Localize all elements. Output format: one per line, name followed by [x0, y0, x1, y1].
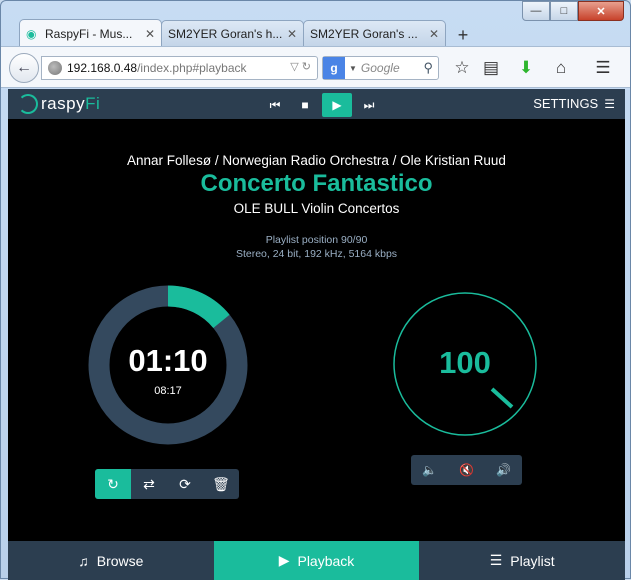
- maximize-button[interactable]: □: [550, 1, 578, 21]
- volume-up-button[interactable]: 🔊: [485, 455, 522, 485]
- raspyfi-logo[interactable]: raspy Fi: [18, 92, 100, 116]
- close-tab-icon[interactable]: ✕: [145, 27, 155, 41]
- address-bar[interactable]: 192.168.0.48/index.php#playback ▽ ↻: [41, 56, 318, 80]
- minimize-button[interactable]: —: [522, 1, 550, 21]
- reload-icon[interactable]: ↻: [302, 61, 311, 73]
- volume-up-icon: 🔊: [496, 463, 511, 477]
- close-window-button[interactable]: ✕: [578, 1, 624, 21]
- mute-icon: 🔇: [459, 463, 474, 477]
- search-placeholder: Google: [360, 61, 400, 75]
- url-controls: ▽ ↻: [290, 60, 311, 73]
- time-knob-progress: [167, 285, 230, 329]
- playlist-position: Playlist position 90/90: [265, 234, 368, 246]
- repeat-button[interactable]: ↻: [95, 469, 131, 499]
- audio-format: Stereo, 24 bit, 192 kHz, 5164 kbps: [235, 248, 398, 260]
- tab-sm2yer-2[interactable]: SM2YER Goran's ... ✕: [303, 20, 446, 47]
- track-title: Concerto Fantastico: [200, 170, 433, 197]
- update-button[interactable]: ⟳: [167, 469, 203, 499]
- app-header: raspy Fi ⏮ ■ ▶ ⏭ SETTINGS ☰: [8, 89, 625, 119]
- search-bar[interactable]: g ▼ Google ⚲: [322, 56, 439, 80]
- close-tab-icon[interactable]: ✕: [287, 27, 297, 41]
- nav-playback[interactable]: ▶ Playback: [213, 541, 420, 580]
- headphones-icon: ◉: [26, 26, 37, 41]
- music-note-icon: ♫: [78, 552, 89, 569]
- volume-knob-pointer: [490, 387, 514, 409]
- skip-forward-icon: ⏭: [363, 97, 375, 112]
- logo-text: raspy: [41, 94, 86, 113]
- shuffle-button[interactable]: ⇄: [131, 469, 167, 499]
- menu-icon[interactable]: ☰: [592, 57, 614, 79]
- artist-label: Annar Follesø / Norwegian Radio Orchestr…: [127, 153, 506, 168]
- dropdown-arrow-icon[interactable]: ▼: [349, 64, 357, 73]
- total-time: 08:17: [154, 385, 182, 397]
- search-icon[interactable]: ⚲: [423, 60, 433, 76]
- album-label: OLE BULL Violin Concertos: [233, 201, 400, 216]
- list-icon: ☰: [489, 552, 503, 568]
- navigation-toolbar: ← 192.168.0.48/index.php#playback ▽ ↻ g …: [1, 46, 630, 88]
- bookmark-star-icon[interactable]: ☆: [451, 57, 473, 79]
- nav-browse-label: Browse: [96, 552, 144, 569]
- url-host: 192.168.0.48: [67, 61, 138, 75]
- download-icon[interactable]: ⬇: [515, 57, 537, 79]
- previous-button[interactable]: ⏮: [260, 93, 290, 117]
- logo-ring-icon: [18, 94, 38, 114]
- repeat-icon: ↻: [107, 475, 119, 492]
- trash-icon: 🗑: [212, 475, 230, 492]
- tab-strip: ◉ RaspyFi - Mus... ✕ SM2YER Goran's h...…: [19, 19, 477, 47]
- bottom-nav: ♫ Browse ▶ Playback ☰ Playlist: [8, 541, 625, 580]
- tab-title: SM2YER Goran's h...: [168, 27, 283, 41]
- back-button[interactable]: ←: [9, 53, 39, 83]
- tab-raspyfi[interactable]: ◉ RaspyFi - Mus... ✕: [19, 19, 162, 47]
- playback-modes: ↻ ⇄ ⟳ 🗑: [95, 469, 239, 499]
- tab-title: RaspyFi - Mus...: [45, 26, 133, 41]
- window-controls: — □ ✕: [522, 1, 624, 21]
- play-icon: ▶: [332, 98, 342, 112]
- globe-icon: [48, 61, 62, 75]
- tab-title: SM2YER Goran's ...: [310, 27, 418, 41]
- elapsed-time: 01:10: [128, 343, 208, 378]
- logo-text-accent: Fi: [85, 94, 101, 113]
- nav-browse[interactable]: ♫ Browse: [8, 541, 214, 580]
- volume-buttons: 🔈 🔇 🔊: [411, 455, 522, 485]
- back-arrow-icon: ←: [16, 59, 32, 76]
- volume-down-icon: 🔈: [422, 463, 437, 477]
- google-icon[interactable]: g: [323, 57, 345, 79]
- settings-label: SETTINGS: [533, 96, 599, 111]
- browser-window: — □ ✕ ◉ RaspyFi - Mus... ✕ SM2YER Goran'…: [0, 0, 631, 580]
- volume-down-button[interactable]: 🔈: [411, 455, 448, 485]
- home-icon[interactable]: ⌂: [550, 57, 572, 79]
- title-bar: — □ ✕ ◉ RaspyFi - Mus... ✕ SM2YER Goran'…: [1, 1, 630, 47]
- settings-button[interactable]: SETTINGS ☰: [533, 96, 615, 111]
- nav-playlist[interactable]: ☰ Playlist: [419, 541, 625, 580]
- mute-button[interactable]: 🔇: [448, 455, 485, 485]
- tab-sm2yer-1[interactable]: SM2YER Goran's h... ✕: [161, 20, 304, 47]
- raspyfi-app: raspy Fi ⏮ ■ ▶ ⏭ SETTINGS ☰ Annar Follesø…: [8, 89, 625, 580]
- stop-icon: ■: [301, 98, 309, 112]
- dropdown-arrow-icon[interactable]: ▽: [290, 61, 298, 73]
- play-icon: ▶: [278, 552, 290, 568]
- reader-list-icon[interactable]: ▤: [480, 57, 502, 79]
- list-icon: ☰: [604, 96, 615, 111]
- url-path: /index.php#playback: [137, 61, 247, 75]
- skip-back-icon: ⏮: [269, 97, 281, 112]
- stop-button[interactable]: ■: [290, 93, 320, 117]
- play-button[interactable]: ▶: [322, 93, 352, 117]
- nav-playback-label: Playback: [297, 552, 355, 569]
- clear-button[interactable]: 🗑: [203, 469, 239, 499]
- volume-value: 100: [439, 345, 491, 380]
- transport-controls: ⏮ ■ ▶ ⏭: [260, 93, 384, 117]
- new-tab-button[interactable]: +: [449, 23, 477, 47]
- shuffle-icon: ⇄: [143, 475, 155, 492]
- next-button[interactable]: ⏭: [354, 93, 384, 117]
- refresh-icon: ⟳: [179, 475, 191, 492]
- close-tab-icon[interactable]: ✕: [429, 27, 439, 41]
- nav-playlist-label: Playlist: [510, 552, 555, 569]
